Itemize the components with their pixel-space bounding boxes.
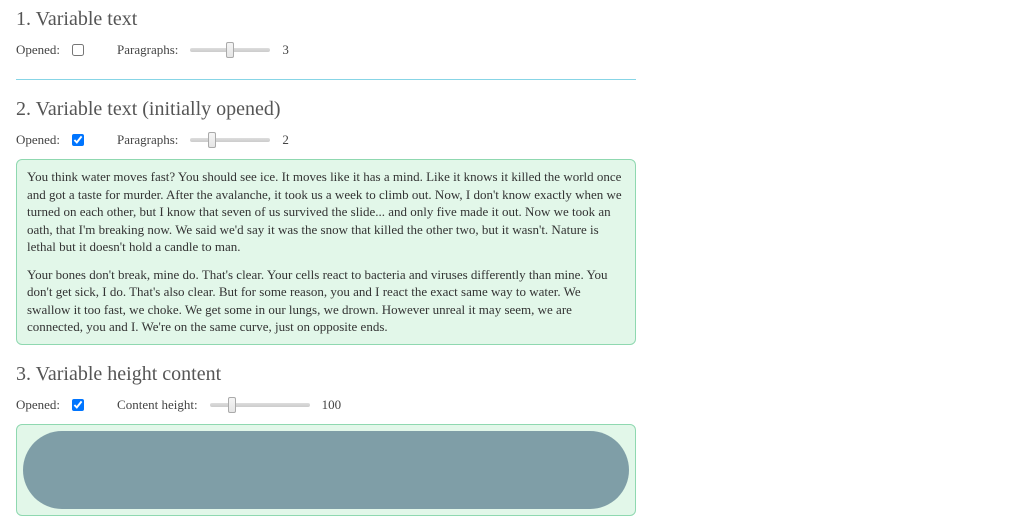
content-height-slider[interactable]: [210, 403, 310, 407]
opened-label: Opened:: [16, 132, 60, 148]
opened-label: Opened:: [16, 397, 60, 413]
section-title: 3. Variable height content: [16, 363, 636, 386]
paragraphs-label: Paragraphs:: [117, 42, 178, 58]
section-variable-height: 3. Variable height content Opened: Conte…: [16, 355, 636, 526]
paragraphs-slider[interactable]: [190, 138, 270, 142]
content-height-value: 100: [322, 397, 352, 413]
section-title: 1. Variable text: [16, 8, 636, 31]
paragraph: You think water moves fast? You should s…: [27, 168, 625, 256]
paragraphs-value: 2: [282, 132, 312, 148]
controls-row: Opened: Content height: 100: [16, 396, 636, 414]
opened-label: Opened:: [16, 42, 60, 58]
section-variable-text: 1. Variable text Opened: Paragraphs: 3: [16, 0, 636, 80]
paragraphs-value: 3: [282, 42, 312, 58]
content-blob: [23, 431, 629, 509]
controls-row: Opened: Paragraphs: 3: [16, 41, 636, 59]
section-variable-text-opened: 2. Variable text (initially opened) Open…: [16, 90, 636, 355]
controls-row: Opened: Paragraphs: 2: [16, 131, 636, 149]
paragraphs-label: Paragraphs:: [117, 132, 178, 148]
text-panel: You think water moves fast? You should s…: [16, 159, 636, 345]
section-title: 2. Variable text (initially opened): [16, 98, 636, 121]
opened-checkbox[interactable]: [72, 399, 84, 411]
opened-checkbox[interactable]: [72, 134, 84, 146]
content-panel: [16, 424, 636, 516]
opened-checkbox[interactable]: [72, 44, 84, 56]
content-height-label: Content height:: [117, 397, 198, 413]
paragraphs-slider[interactable]: [190, 48, 270, 52]
paragraph: Your bones don't break, mine do. That's …: [27, 266, 625, 336]
